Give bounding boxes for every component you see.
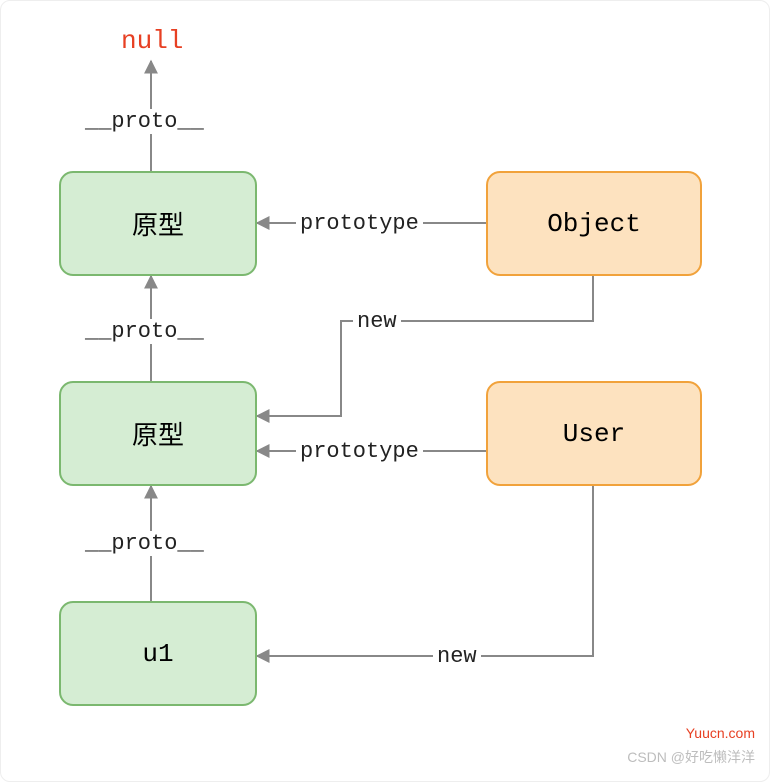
proto-edge-label: __proto__ (81, 109, 208, 134)
new-edge-label: new (353, 309, 401, 334)
node-label: u1 (142, 639, 173, 669)
object-prototype-node: 原型 (59, 171, 257, 276)
prototype-edge-label: prototype (296, 439, 423, 464)
user-prototype-node: 原型 (59, 381, 257, 486)
node-label: Object (547, 209, 641, 239)
node-label: 原型 (132, 415, 184, 452)
null-node: null (121, 26, 183, 56)
prototype-edge-label: prototype (296, 211, 423, 236)
proto-edge-label: __proto__ (81, 319, 208, 344)
site-watermark: Yuucn.com (686, 725, 755, 741)
new-edge-label: new (433, 644, 481, 669)
node-label: 原型 (132, 205, 184, 242)
csdn-watermark: CSDN @好吃懒洋洋 (627, 747, 755, 767)
proto-edge-label: __proto__ (81, 531, 208, 556)
prototype-chain-diagram: null 原型 原型 u1 Object User __proto__ __pr… (0, 0, 770, 782)
object-constructor-node: Object (486, 171, 702, 276)
u1-instance-node: u1 (59, 601, 257, 706)
user-constructor-node: User (486, 381, 702, 486)
node-label: User (563, 419, 625, 449)
